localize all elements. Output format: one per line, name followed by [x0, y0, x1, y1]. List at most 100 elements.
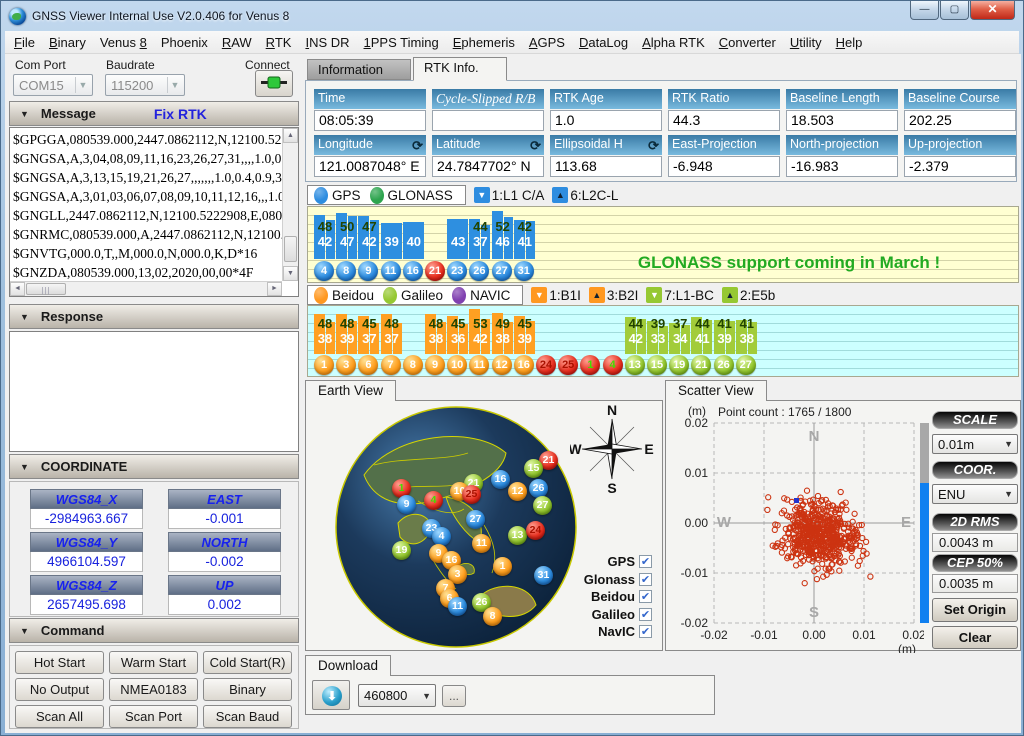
- download-tab[interactable]: Download: [305, 655, 391, 676]
- constellation-toggle-glonass[interactable]: Glonass✔: [562, 571, 652, 589]
- menu-item-raw[interactable]: RAW: [215, 32, 259, 53]
- scatter-plot: 0.020.010.00-0.01-0.02-0.02-0.010.000.01…: [668, 417, 924, 653]
- snr-value-secondary: 42: [314, 234, 336, 249]
- minimize-button[interactable]: —: [910, 1, 939, 20]
- coordinate-field-east: EAST-0.001: [168, 489, 281, 529]
- scatter-view-tab[interactable]: Scatter View: [665, 380, 767, 401]
- download-baudrate-select[interactable]: 460800 ▼: [358, 684, 436, 707]
- snr-value-secondary: 39: [514, 331, 536, 346]
- scan-baud-button[interactable]: Scan Baud: [203, 705, 292, 728]
- maximize-button[interactable]: ▢: [940, 1, 969, 20]
- snr-value-secondary: 38: [425, 331, 447, 346]
- download-button[interactable]: ⬇: [312, 680, 350, 710]
- prn-ball: 21: [691, 355, 711, 375]
- cep-button[interactable]: CEP 50%: [932, 554, 1018, 572]
- scroll-down-icon[interactable]: ▼: [283, 266, 298, 281]
- nmea0183-button[interactable]: NMEA0183: [109, 678, 198, 701]
- signal-legend: ▲6:L2C-L: [552, 187, 618, 203]
- refresh-icon[interactable]: ⟳: [648, 136, 659, 155]
- baudrate-select[interactable]: 115200 ▼: [105, 74, 185, 96]
- menu-item-phoenix[interactable]: Phoenix: [154, 32, 215, 53]
- response-panel-header[interactable]: ▼ Response: [9, 304, 299, 329]
- menu-item-rtk[interactable]: RTK: [259, 32, 299, 53]
- window-controls: — ▢ ✕: [909, 1, 1015, 20]
- title-bar[interactable]: GNSS Viewer Internal Use V2.0.406 for Ve…: [1, 1, 1023, 31]
- browse-button[interactable]: ...: [442, 685, 466, 707]
- earth-view-tab[interactable]: Earth View: [305, 380, 396, 401]
- menu-item-datalog[interactable]: DataLog: [572, 32, 635, 53]
- rms-button[interactable]: 2D RMS: [932, 513, 1018, 531]
- coor-button[interactable]: COOR.: [932, 461, 1018, 479]
- set-origin-button[interactable]: Set Origin: [932, 598, 1018, 622]
- command-panel-header[interactable]: ▼ Command: [9, 618, 299, 643]
- warm-start-button[interactable]: Warm Start: [109, 651, 198, 674]
- menu-item-ephemeris[interactable]: Ephemeris: [446, 32, 522, 53]
- constellation-legend-box: GPSGLONASS: [307, 185, 466, 205]
- close-button[interactable]: ✕: [970, 1, 1015, 20]
- coordinate-field-value: 4966104.597: [30, 552, 143, 572]
- refresh-icon[interactable]: ⟳: [530, 136, 541, 155]
- coordinate-field-label: WGS84_X: [30, 489, 143, 509]
- tab-information[interactable]: Information: [307, 59, 411, 80]
- menu-item-converter[interactable]: Converter: [712, 32, 783, 53]
- menu-item-utility[interactable]: Utility: [783, 32, 829, 53]
- response-output-box[interactable]: [9, 331, 299, 452]
- message-output-box[interactable]: $GPGGA,080539.000,2447.0862112,N,12100.5…: [9, 127, 299, 297]
- scale-select[interactable]: 0.01m ▼: [932, 434, 1018, 454]
- elevation-indicator[interactable]: [920, 423, 929, 623]
- tab-rtk-info[interactable]: RTK Info.: [413, 57, 507, 81]
- checkbox-icon[interactable]: ✔: [639, 555, 652, 568]
- constellation-toggle-navic[interactable]: NavIC✔: [562, 623, 652, 641]
- message-hscrollbar[interactable]: ◄ ||| ►: [10, 281, 282, 296]
- snr-value-secondary: 38: [736, 331, 758, 346]
- cold-start-r-button[interactable]: Cold Start(R): [203, 651, 292, 674]
- binary-button[interactable]: Binary: [203, 678, 292, 701]
- menu-item-venus-8[interactable]: Venus 8: [93, 32, 154, 53]
- message-vscrollbar[interactable]: ▲ ▼: [282, 128, 298, 281]
- chevron-down-icon: ▼: [1004, 489, 1013, 499]
- com-port-select[interactable]: COM15 ▼: [13, 74, 93, 96]
- scan-port-button[interactable]: Scan Port: [109, 705, 198, 728]
- snr-value-secondary: 34: [669, 331, 691, 346]
- hscroll-thumb[interactable]: |||: [26, 283, 66, 295]
- message-panel-header[interactable]: ▼ Message Fix RTK: [9, 101, 299, 126]
- scroll-right-icon[interactable]: ►: [267, 282, 282, 296]
- snr-value-primary: 48: [314, 219, 336, 234]
- no-output-button[interactable]: No Output: [15, 678, 104, 701]
- scroll-left-icon[interactable]: ◄: [10, 282, 25, 296]
- snr-value-primary: 52: [492, 219, 514, 234]
- connect-button[interactable]: [255, 70, 293, 97]
- menu-item-help[interactable]: Help: [829, 32, 870, 53]
- menu-item-binary[interactable]: Binary: [42, 32, 93, 53]
- checkbox-icon[interactable]: ✔: [639, 573, 652, 586]
- rtk-field-value: -16.983: [786, 156, 898, 177]
- clear-button[interactable]: Clear: [932, 626, 1018, 649]
- coordinate-panel-header[interactable]: ▼ COORDINATE: [9, 454, 299, 479]
- app-globe-icon: [9, 8, 26, 25]
- chevron-down-icon: ▼: [167, 77, 182, 93]
- menu-item-ins-dr[interactable]: INS DR: [298, 32, 356, 53]
- constellation-toggle-gps[interactable]: GPS✔: [562, 553, 652, 571]
- menu-item-agps[interactable]: AGPS: [522, 32, 572, 53]
- scroll-up-icon[interactable]: ▲: [283, 128, 298, 143]
- checkbox-icon[interactable]: ✔: [639, 608, 652, 621]
- scale-button[interactable]: SCALE: [932, 411, 1018, 429]
- menu-item-1pps-timing[interactable]: 1PPS Timing: [357, 32, 446, 53]
- coor-select[interactable]: ENU ▼: [932, 484, 1018, 504]
- prn-ball: 9: [425, 355, 445, 375]
- hot-start-button[interactable]: Hot Start: [15, 651, 104, 674]
- constellation-toggle-beidou[interactable]: Beidou✔: [562, 588, 652, 606]
- checkbox-icon[interactable]: ✔: [639, 590, 652, 603]
- checkbox-icon[interactable]: ✔: [639, 625, 652, 638]
- menu-item-file[interactable]: File: [7, 32, 42, 53]
- refresh-icon[interactable]: ⟳: [412, 136, 423, 155]
- scan-all-button[interactable]: Scan All: [15, 705, 104, 728]
- signal-label: 6:L2C-L: [570, 188, 618, 203]
- signal-label: 1:B1I: [549, 288, 581, 303]
- vscroll-thumb[interactable]: [284, 236, 297, 262]
- constellation-toggle-galileo[interactable]: Galileo✔: [562, 606, 652, 624]
- rtk-field-label: East-Projection: [668, 135, 780, 155]
- prn-ball: 8: [403, 355, 423, 375]
- menu-item-alpha-rtk[interactable]: Alpha RTK: [635, 32, 712, 53]
- svg-text:0.02: 0.02: [685, 417, 709, 430]
